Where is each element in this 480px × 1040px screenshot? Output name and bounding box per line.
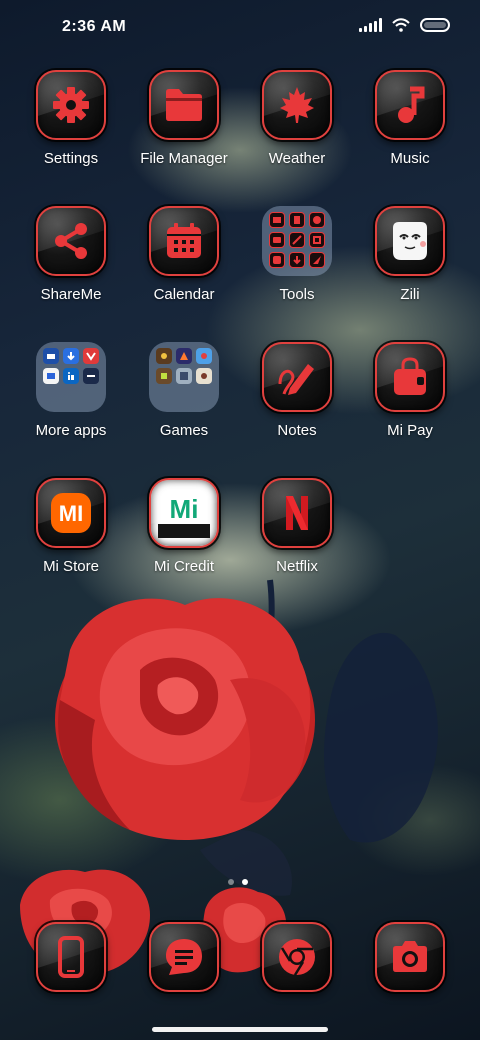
app-label: ShareMe (40, 286, 102, 303)
app-mi-credit[interactable]: Mi Mi Credit (128, 478, 240, 575)
folder-more-apps[interactable]: More apps (15, 342, 127, 439)
music-note-icon (375, 70, 445, 140)
pencil-icon (262, 342, 332, 412)
calendar-icon (149, 206, 219, 276)
app-label: Netflix (276, 558, 318, 575)
page-dot[interactable] (228, 879, 234, 885)
tools-folder-icon (262, 206, 332, 276)
games-folder-icon (149, 342, 219, 412)
app-netflix[interactable]: Netflix (241, 478, 353, 575)
message-icon (149, 922, 219, 992)
app-settings[interactable]: Settings (15, 70, 127, 167)
svg-text:Mi: Mi (170, 494, 199, 524)
shopping-bag-icon (375, 342, 445, 412)
app-label: Mi Store (43, 558, 99, 575)
app-label: Notes (277, 422, 317, 439)
folder-icon (149, 70, 219, 140)
dock-chrome[interactable] (241, 922, 353, 992)
maple-leaf-icon (262, 70, 332, 140)
app-weather[interactable]: Weather (241, 70, 353, 167)
camera-icon (375, 922, 445, 992)
share-icon (36, 206, 106, 276)
signal-icon (359, 18, 382, 32)
app-mi-pay[interactable]: Mi Pay (354, 342, 466, 439)
zili-face-icon (375, 206, 445, 276)
app-file-manager[interactable]: File Manager (128, 70, 240, 167)
app-label: Music (390, 150, 430, 167)
app-label: Mi Pay (387, 422, 433, 439)
chrome-icon (262, 922, 332, 992)
app-label: Weather (268, 150, 326, 167)
app-label: File Manager (140, 150, 228, 167)
apps-folder-icon (36, 342, 106, 412)
folder-tools[interactable]: Tools (241, 206, 353, 303)
app-music[interactable]: Music (354, 70, 466, 167)
home-gesture-bar[interactable] (152, 1027, 328, 1032)
page-indicator[interactable] (228, 879, 248, 885)
mi-logo-icon: MI (36, 478, 106, 548)
app-notes[interactable]: Notes (241, 342, 353, 439)
app-label: More apps (35, 422, 107, 439)
app-shareme[interactable]: ShareMe (15, 206, 127, 303)
dock-camera[interactable] (354, 922, 466, 992)
app-label: Calendar (153, 286, 215, 303)
folder-games[interactable]: Games (128, 342, 240, 439)
dock-messages[interactable] (128, 922, 240, 992)
wifi-icon (392, 18, 410, 32)
page-dot-current[interactable] (242, 879, 248, 885)
app-zili[interactable]: Zili (354, 206, 466, 303)
app-label: Tools (279, 286, 315, 303)
app-mi-store[interactable]: MI Mi Store (15, 478, 127, 575)
gear-icon (36, 70, 106, 140)
app-label: Settings (43, 150, 99, 167)
dock-phone[interactable] (15, 922, 127, 992)
status-bar: 2:36 AM (0, 0, 480, 56)
app-label: Mi Credit (153, 558, 214, 575)
app-calendar[interactable]: Calendar (128, 206, 240, 303)
status-icons (359, 18, 450, 32)
app-label: Zili (400, 286, 420, 303)
battery-icon (420, 18, 450, 32)
svg-text:MI: MI (59, 501, 83, 526)
mi-credit-logo-icon: Mi (149, 478, 219, 548)
phone-icon (36, 922, 106, 992)
netflix-logo-icon (262, 478, 332, 548)
status-time: 2:36 AM (62, 18, 127, 35)
app-label: Games (159, 422, 209, 439)
